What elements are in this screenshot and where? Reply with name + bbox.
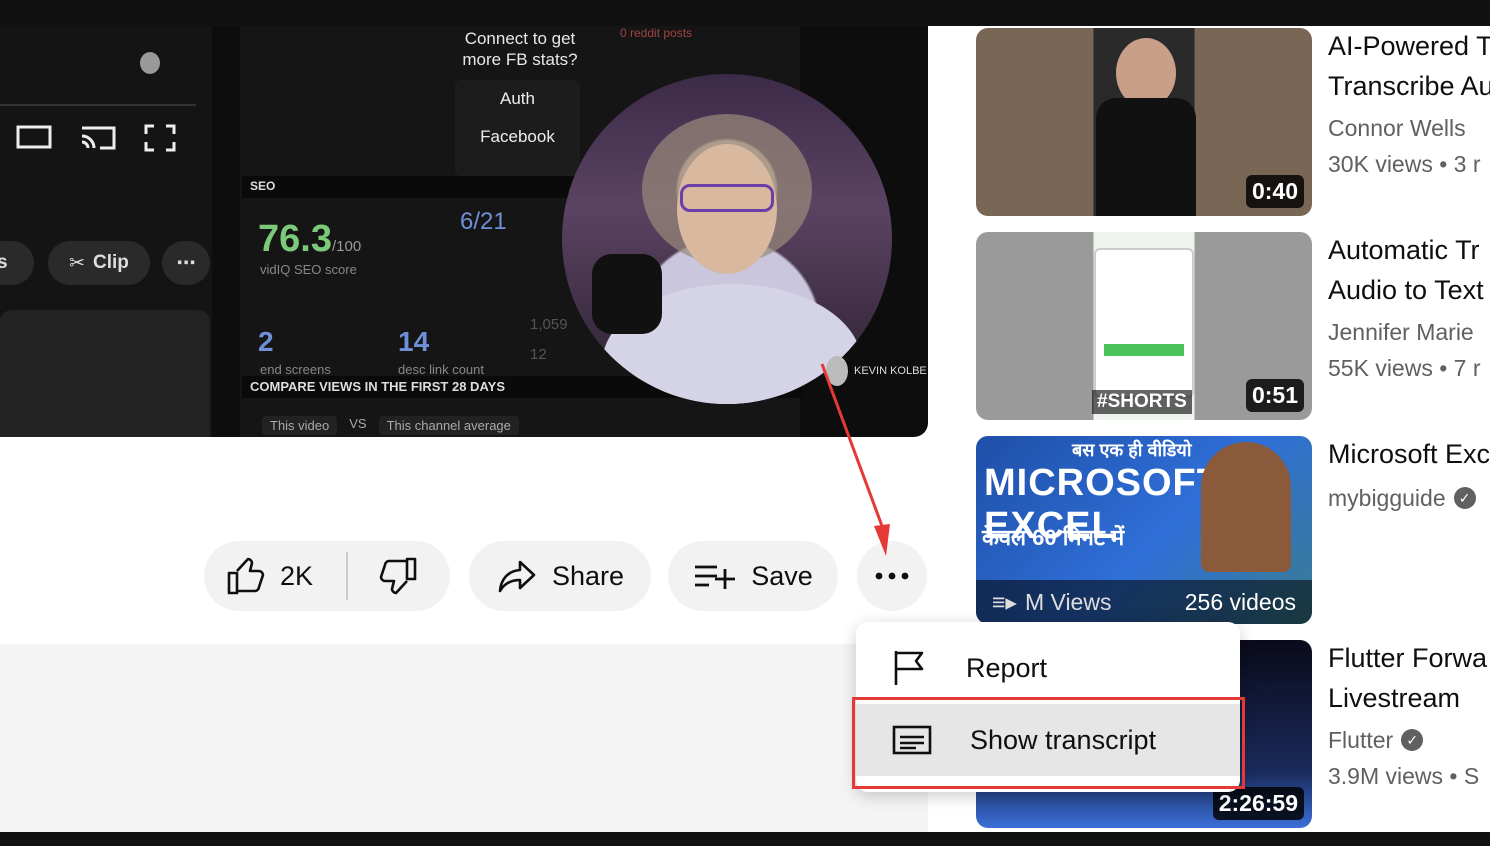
share-button[interactable]: Share bbox=[469, 541, 651, 611]
flag-icon bbox=[894, 651, 924, 685]
video-title-line2[interactable]: Audio to Text bbox=[1328, 270, 1484, 310]
channel-name[interactable]: Flutter bbox=[1328, 722, 1393, 758]
auth-box: Auth Facebook bbox=[455, 80, 580, 176]
webcam-overlay bbox=[562, 74, 892, 404]
dislike-button[interactable] bbox=[348, 541, 448, 611]
ratio-value: 6/21 bbox=[460, 208, 507, 235]
video-title-line2[interactable]: Transcribe Au bbox=[1328, 66, 1490, 106]
panel-more-button[interactable]: ⋯ bbox=[162, 241, 210, 285]
playlist-bar: ≡▸ M Views 256 videos bbox=[976, 580, 1312, 624]
channel-name[interactable]: Jennifer Marie bbox=[1328, 314, 1484, 350]
thumb-person bbox=[1201, 442, 1291, 572]
sidebar-thumbnail[interactable]: #SHORTS 0:51 bbox=[976, 232, 1312, 420]
watermark: KEVIN KOLBE bbox=[826, 356, 927, 386]
channel-name[interactable]: Connor Wells bbox=[1328, 110, 1490, 146]
video-title-line1[interactable]: Flutter Forwa bbox=[1328, 638, 1487, 678]
video-title-line2[interactable]: Livestream bbox=[1328, 678, 1487, 718]
sidebar-item-1[interactable]: AI-Powered T Transcribe Au Connor Wells … bbox=[1328, 26, 1490, 182]
playlist-count: 256 videos bbox=[1184, 588, 1296, 615]
more-actions-button[interactable] bbox=[857, 541, 927, 611]
thumb-hindi-heading: बस एक ही वीडियो bbox=[1072, 440, 1192, 460]
compare-this-video[interactable]: This video bbox=[262, 416, 338, 435]
compare-vs: VS bbox=[349, 416, 367, 431]
panel-card bbox=[0, 310, 210, 437]
youtube-watch-page: ks ✂ Clip ⋯ Connect to get more FB stats… bbox=[0, 26, 1490, 832]
theater-mode-icon[interactable] bbox=[16, 124, 52, 150]
seo-score-label: vidIQ SEO score bbox=[260, 262, 357, 277]
compare-channel-average[interactable]: This channel average bbox=[378, 416, 519, 435]
cast-icon[interactable] bbox=[80, 124, 116, 150]
more-horiz-icon: ⋯ bbox=[176, 252, 196, 274]
description-area bbox=[0, 644, 928, 832]
save-label: Save bbox=[751, 560, 813, 591]
thumbs-down-icon bbox=[379, 557, 417, 595]
fullscreen-icon[interactable] bbox=[144, 124, 176, 152]
divider bbox=[0, 104, 196, 106]
sidebar-item-4[interactable]: Flutter Forwa Livestream Flutter ✓ 3.9M … bbox=[1328, 638, 1487, 794]
player-controls bbox=[16, 124, 176, 152]
thumb-shirt bbox=[1096, 98, 1196, 216]
views-small: 1,059 bbox=[530, 316, 568, 333]
video-player[interactable]: ks ✂ Clip ⋯ Connect to get more FB stats… bbox=[0, 26, 928, 437]
facebook-button[interactable]: Facebook bbox=[455, 118, 580, 156]
playlist-add-icon bbox=[695, 565, 736, 589]
thumb-phone-screen bbox=[1094, 248, 1194, 398]
video-duration: 0:40 bbox=[1245, 175, 1304, 208]
end-screens-label: end screens bbox=[260, 362, 331, 377]
reddit-posts: 0 reddit posts bbox=[620, 26, 693, 40]
share-label: Share bbox=[551, 560, 625, 591]
channel-row[interactable]: mybigguide ✓ bbox=[1328, 480, 1490, 516]
verified-check-icon: ✓ bbox=[1453, 487, 1476, 509]
channel-row[interactable]: Flutter ✓ bbox=[1328, 722, 1487, 758]
like-button[interactable]: 2K bbox=[204, 541, 346, 611]
auth-button[interactable]: Auth bbox=[455, 80, 580, 118]
save-button[interactable]: Save bbox=[668, 541, 838, 611]
seo-score: 76.3/100 bbox=[258, 218, 362, 260]
video-meta: 55K views • 7 r bbox=[1328, 355, 1481, 381]
top-border bbox=[0, 0, 1490, 26]
video-meta: 3.9M views • S bbox=[1328, 763, 1480, 789]
thumb-hindi-sub: केवल 60 मिनट में bbox=[982, 525, 1125, 550]
share-icon bbox=[498, 560, 536, 593]
playlist-views: M Views bbox=[1024, 588, 1112, 615]
left-pill[interactable]: ks bbox=[0, 241, 34, 285]
shorts-tag: #SHORTS bbox=[1092, 390, 1192, 414]
microphone bbox=[592, 254, 662, 334]
channel-name[interactable]: mybigguide bbox=[1328, 480, 1446, 516]
thumbs-up-icon bbox=[227, 557, 265, 595]
sidebar-item-3[interactable]: Microsoft Exc mybigguide ✓ bbox=[1328, 434, 1490, 516]
sidebar-item-2[interactable]: Automatic Tr Audio to Text Jennifer Mari… bbox=[1328, 230, 1484, 386]
verified-check-icon: ✓ bbox=[1401, 729, 1424, 751]
desc-link-label: desc link count bbox=[398, 362, 484, 377]
channel-logo bbox=[140, 48, 196, 78]
scissors-icon: ✂ bbox=[69, 252, 86, 274]
sidebar-playlist-thumbnail[interactable]: बस एक ही वीडियो MICROSOFT EXCEL केवल 60 … bbox=[976, 436, 1312, 624]
sidebar-thumbnail[interactable]: 0:40 bbox=[976, 28, 1312, 216]
thumb-green-button bbox=[1104, 344, 1184, 356]
bottom-border bbox=[0, 832, 1490, 846]
webcam-glasses bbox=[680, 184, 774, 212]
vidiq-control-panel: ks ✂ Clip ⋯ bbox=[0, 26, 212, 437]
menu-item-label: Report bbox=[966, 652, 1048, 683]
video-meta: 30K views • 3 r bbox=[1328, 151, 1481, 177]
end-screens-value: 2 bbox=[258, 326, 274, 357]
small-12: 12 bbox=[530, 346, 547, 363]
playlist-icon: ≡▸ bbox=[992, 588, 1017, 615]
highlight-box bbox=[852, 697, 1245, 789]
video-duration: 0:51 bbox=[1245, 379, 1304, 412]
connect-fb-text: Connect to get more FB stats? bbox=[462, 29, 578, 69]
video-title-line1[interactable]: Microsoft Exc bbox=[1328, 434, 1490, 474]
like-dislike-group: 2K bbox=[204, 541, 450, 611]
clip-button[interactable]: ✂ Clip bbox=[48, 241, 150, 285]
video-title-line1[interactable]: AI-Powered T bbox=[1328, 26, 1490, 66]
menu-item-report[interactable]: Report bbox=[856, 632, 1240, 704]
video-title-line1[interactable]: Automatic Tr bbox=[1328, 230, 1484, 270]
compare-row: This video VS This channel average bbox=[262, 416, 519, 435]
like-count: 2K bbox=[280, 560, 314, 591]
desc-link-value: 14 bbox=[398, 326, 430, 357]
more-horiz-icon bbox=[875, 572, 909, 580]
